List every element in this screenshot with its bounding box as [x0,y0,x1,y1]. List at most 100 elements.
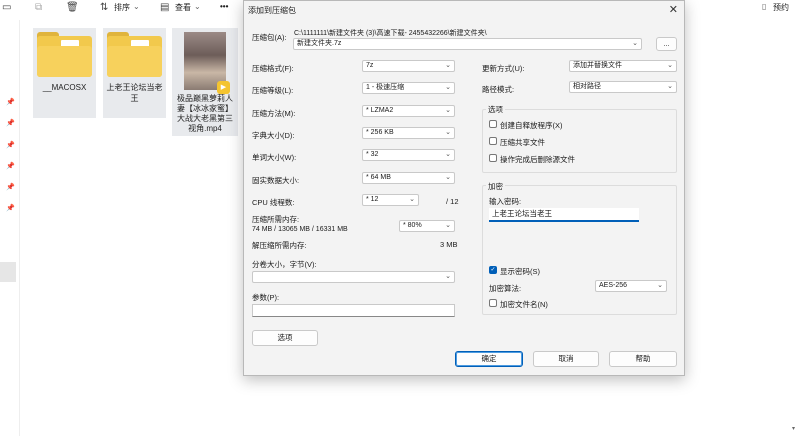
sort-chevron-icon[interactable]: ⌄ [133,2,140,11]
options-group-title: 选项 [486,104,505,115]
threads-value: * 12 [366,196,379,203]
encryption-method-value: AES-256 [599,282,628,289]
dictionary-select[interactable]: * 256 KB ⌄ [362,127,455,139]
format-select[interactable]: 7z ⌄ [362,60,455,72]
path-mode-value: 相对路径 [573,83,601,90]
threads-label: CPU 线程数: [252,198,295,207]
preview-button[interactable]: 预约 [773,2,789,13]
threads-max: / 12 [446,197,459,206]
path-mode-select[interactable]: 相对路径 ⌄ [569,81,677,93]
update-mode-select[interactable]: 添加并替换文件 ⌄ [569,60,677,72]
options-button[interactable]: 选项 [252,330,318,346]
level-label: 压缩等级(L): [252,86,294,95]
archive-path: C:\1111111\新建文件夹 (3)\高速下载- 2455432266\新建… [294,30,487,37]
close-icon[interactable]: ✕ [669,3,678,16]
solid-size-label: 固实数据大小: [252,176,300,185]
sfx-checkbox[interactable] [489,120,497,128]
chevron-down-icon: ⌄ [445,107,451,114]
decompress-memory-label: 解压缩所需内存: [252,241,307,250]
copy-icon[interactable]: ⧉ [35,2,42,13]
show-password-label: 显示密码(S) [500,267,540,276]
quick-access-rail: 📌 📌 📌 📌 📌 📌 [0,20,20,436]
folder-tile[interactable]: 上老王论坛当老王 [103,28,166,118]
dictionary-label: 字典大小(D): [252,131,295,140]
level-value: 1 - 极速压缩 [366,84,405,91]
preview-icon[interactable]: ▯ [762,2,766,11]
view-icon[interactable]: ▤ [160,2,169,13]
view-chevron-icon[interactable]: ⌄ [194,2,201,11]
archive-name-value: 新建文件夹.7z [297,40,342,47]
chevron-down-icon: ⌄ [445,151,451,158]
pin-icon[interactable]: 📌 [6,141,15,149]
video-thumbnail: ▶ [184,32,230,94]
new-item-icon[interactable]: ▭ [2,2,11,13]
show-password-checkbox[interactable]: ✓ [489,266,497,274]
decompress-memory-value: 3 MB [440,240,458,249]
pin-icon[interactable]: 📌 [6,162,15,170]
path-mode-label: 路径模式: [482,85,515,94]
archive-name-combo[interactable]: 新建文件夹.7z ⌄ [293,38,642,50]
threads-select[interactable]: * 12 ⌄ [362,194,419,206]
folder-icon [107,32,162,77]
memory-usage-value: * 80% [403,222,422,229]
solid-size-select[interactable]: * 64 MB ⌄ [362,172,455,184]
volume-size-label: 分卷大小，字节(V): [252,260,317,269]
password-label: 输入密码: [489,197,522,206]
dictionary-value: * 256 KB [366,129,394,136]
sfx-label: 创建自释放程序(X) [500,121,563,130]
chevron-down-icon: ⌄ [445,129,451,136]
format-label: 压缩格式(F): [252,64,294,73]
folder-tile[interactable]: __MACOSX [33,28,96,118]
sort-button[interactable]: 排序 [114,2,130,13]
file-name: __MACOSX [42,83,87,92]
selected-nav-item[interactable] [0,262,16,282]
help-button[interactable]: 帮助 [609,351,677,367]
chevron-down-icon: ⌄ [445,62,451,69]
volume-size-combo[interactable]: ⌄ [252,271,455,283]
parameters-label: 参数(P): [252,293,280,302]
level-select[interactable]: 1 - 极速压缩 ⌄ [362,82,455,94]
browse-button[interactable]: ... [656,37,677,51]
scroll-down-icon[interactable]: ▾ [792,425,795,432]
method-value: * LZMA2 [366,107,394,114]
pin-icon[interactable]: 📌 [6,119,15,127]
add-to-archive-dialog: 添加到压缩包 ✕ 压缩包(A): C:\1111111\新建文件夹 (3)\高速… [243,0,685,376]
encryption-method-select[interactable]: AES-256 ⌄ [595,280,667,292]
ok-button[interactable]: 确定 [455,351,523,367]
delete-icon[interactable]: 🗑 [66,2,79,13]
chevron-down-icon: ⌄ [667,83,673,90]
method-select[interactable]: * LZMA2 ⌄ [362,105,455,117]
solid-size-value: * 64 MB [366,174,391,181]
view-button[interactable]: 查看 [175,2,191,13]
chevron-down-icon: ⌄ [667,62,673,69]
encrypt-names-checkbox[interactable] [489,299,497,307]
pin-icon[interactable]: 📌 [6,204,15,212]
word-size-select[interactable]: * 32 ⌄ [362,149,455,161]
file-name: 极品巅黑萝莉人妻【冰冰家蜜】大战大老黑第三视角.mp4 [177,94,233,133]
memory-label: 压缩所需内存: [252,215,300,224]
video-file-tile[interactable]: ▶ 极品巅黑萝莉人妻【冰冰家蜜】大战大老黑第三视角.mp4 [172,28,238,136]
encryption-method-label: 加密算法: [489,284,522,293]
format-value: 7z [366,62,374,69]
folder-icon [37,32,92,77]
more-button[interactable]: ••• [220,2,228,11]
pin-icon[interactable]: 📌 [6,183,15,191]
pin-icon[interactable]: 📌 [6,98,15,106]
password-input[interactable]: 上老王论坛当老王 [489,208,639,222]
cancel-button[interactable]: 取消 [533,351,599,367]
sort-icon[interactable]: ⇅ [100,2,108,13]
word-size-label: 单词大小(W): [252,153,297,162]
shared-files-label: 压缩共享文件 [500,138,545,147]
memory-usage-select[interactable]: * 80% ⌄ [399,220,455,232]
chevron-down-icon: ⌄ [445,84,451,91]
chevron-down-icon: ⌄ [445,222,451,229]
shared-files-checkbox[interactable] [489,137,497,145]
parameters-input[interactable] [252,304,455,317]
delete-after-label: 操作完成后删除源文件 [500,155,575,164]
dialog-title: 添加到压缩包 [248,6,296,15]
update-mode-value: 添加并替换文件 [573,62,622,69]
delete-after-checkbox[interactable] [489,154,497,162]
encryption-group-title: 加密 [486,181,505,192]
file-name: 上老王论坛当老王 [106,83,163,103]
update-mode-label: 更新方式(U): [482,64,525,73]
